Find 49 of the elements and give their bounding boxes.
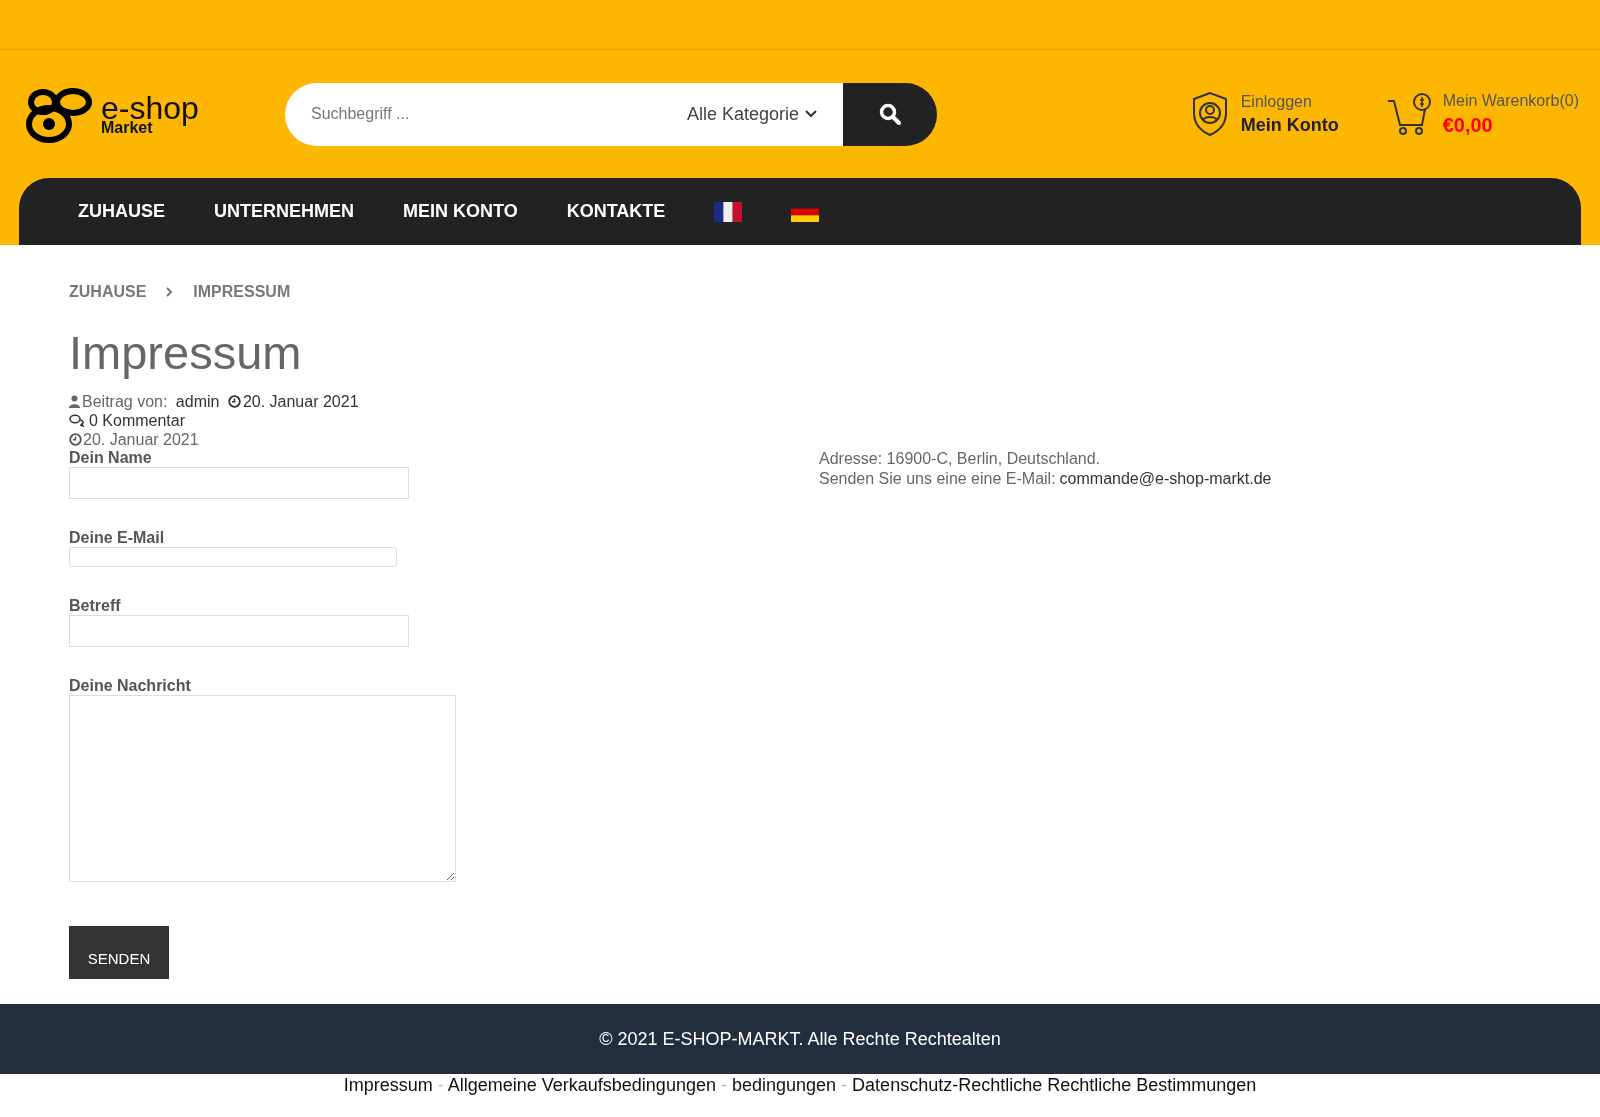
field-label: Betreff — [69, 597, 122, 615]
nav-link[interactable]: KONTAKTE — [566, 201, 666, 222]
breadcrumb-item[interactable]: ZUHAUSE — [69, 283, 147, 301]
email-field[interactable] — [69, 547, 397, 567]
clock-icon — [69, 433, 82, 446]
cart-total: €0,00 — [1442, 113, 1494, 137]
account-link[interactable]: Mein Konto — [1240, 114, 1339, 136]
input-field[interactable] — [69, 615, 409, 647]
user-icon — [69, 395, 80, 408]
login-link[interactable]: Einloggen — [1240, 92, 1339, 111]
email-label: Senden Sie uns eine eine E-Mail: — [819, 469, 1056, 489]
nav-link[interactable]: UNTERNEHMEN — [214, 201, 355, 222]
nav-link[interactable]: ZUHAUSE — [78, 201, 165, 222]
comment-count[interactable]: 0 Kommentar — [89, 411, 186, 430]
footer-link[interactable]: Impressum — [343, 1075, 433, 1095]
footer-link[interactable]: bedingungen — [731, 1075, 837, 1095]
shield-user-icon[interactable] — [1190, 91, 1229, 137]
footer-link[interactable]: Datenschutz-Rechtliche Rechtliche Bestimmungen — [852, 1075, 1257, 1095]
send-button[interactable]: SENDEN — [69, 926, 169, 979]
separator: - — [720, 1075, 727, 1095]
post-date: 20. Januar 2021 — [242, 392, 359, 411]
separator: - — [841, 1075, 848, 1095]
cart-icon[interactable] — [1386, 92, 1433, 136]
search-field[interactable]: Suchbegriff ... — [285, 82, 681, 146]
chevron-icon — [166, 287, 174, 297]
breadcrumb-item[interactable]: IMPRESSUM — [193, 283, 291, 301]
author-link[interactable]: admin — [175, 392, 220, 411]
category-dropdown[interactable]: Alle Kategorie — [680, 82, 843, 146]
copyright-text: © 2021 E-SHOP-MARKT. Alle Rechte Rechtealten — [599, 1029, 1001, 1049]
input-field[interactable] — [69, 467, 409, 499]
footer-link[interactable]: Allgemeine Verkaufsbedingungen — [447, 1075, 716, 1095]
address-text: Adresse: 16900-C, Berlin, Deutschland. — [819, 449, 1102, 469]
clock-icon — [227, 395, 241, 408]
caret-icon — [805, 110, 817, 118]
cart-label[interactable]: Mein Warenkorb(0) — [1442, 91, 1579, 110]
field-label: Deine E-Mail — [69, 529, 166, 547]
email-link[interactable]: commande@e-shop-markt.de — [1059, 469, 1272, 489]
author-label: Beitrag von: — [82, 392, 168, 411]
search-icon — [879, 103, 901, 125]
message-field[interactable] — [69, 695, 456, 882]
comments-icon — [69, 414, 85, 427]
field-label: Dein Name — [69, 449, 153, 467]
post-date: 20. Januar 2021 — [83, 430, 199, 449]
nav-link[interactable]: MEIN KONTO — [403, 201, 518, 222]
field-label: Deine Nachricht — [69, 677, 192, 695]
page-title: Impressum — [69, 325, 303, 380]
search-button[interactable] — [843, 82, 937, 146]
flag-icon[interactable] — [714, 201, 743, 222]
separator: - — [437, 1075, 444, 1095]
